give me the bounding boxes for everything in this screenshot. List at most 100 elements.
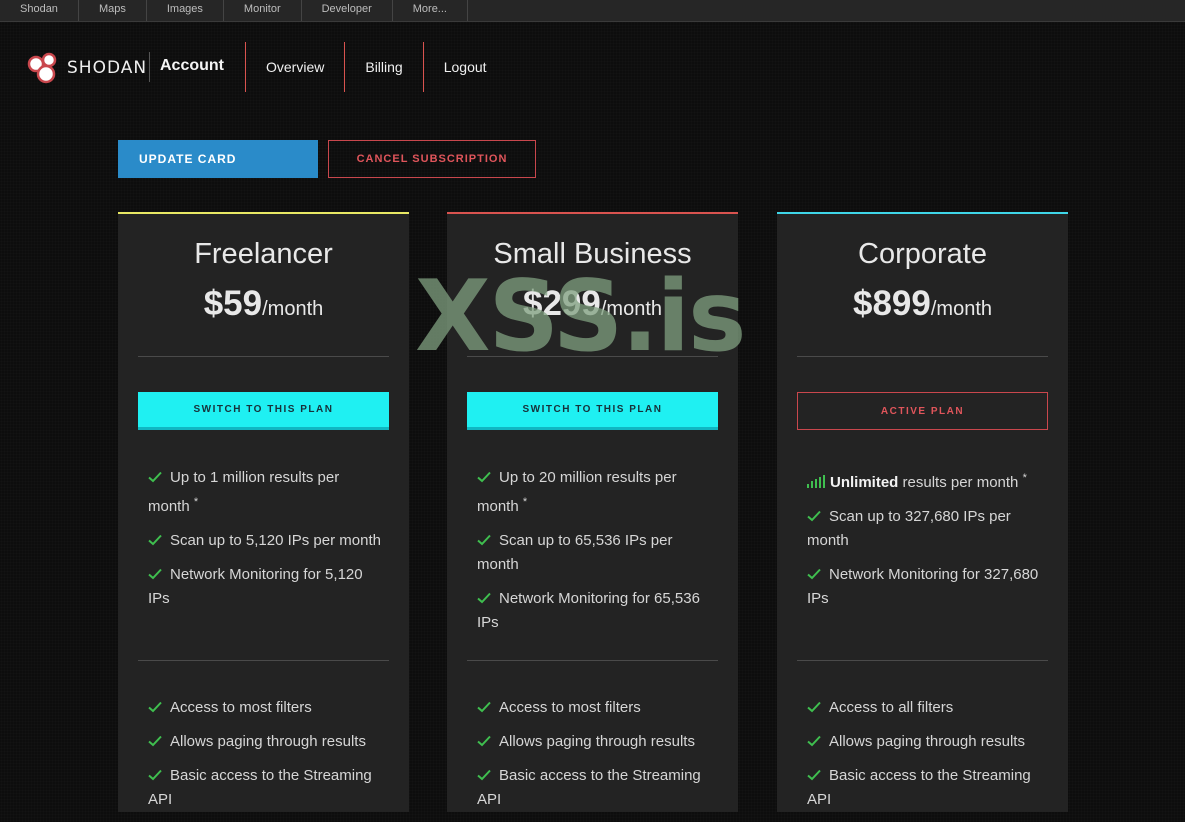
feature-list-secondary: Access to most filters Allows paging thr…	[148, 696, 383, 822]
plan-price-period: /month	[600, 298, 663, 320]
logo-text: SHODAN	[67, 58, 148, 78]
plan-name: Corporate	[858, 238, 987, 270]
topnav-shodan[interactable]: Shodan	[0, 0, 79, 21]
check-icon	[477, 592, 491, 604]
feature-footnote: *	[193, 496, 199, 508]
feature-text: Basic access to the Streaming API	[148, 767, 372, 808]
check-icon	[807, 769, 821, 781]
plan-price-amount: $899	[852, 284, 931, 323]
check-icon	[477, 534, 491, 546]
feature-text: Basic access to the Streaming API	[477, 767, 701, 808]
plan-price: $59/month	[118, 284, 409, 324]
feature-text: Allows paging through results	[829, 733, 1025, 750]
feature-item: Network Monitoring for 65,536 IPs	[477, 587, 712, 635]
active-plan-button[interactable]: ACTIVE PLAN	[797, 392, 1048, 430]
feature-item: Access to all filters	[807, 696, 1042, 720]
plan-name: Small Business	[493, 238, 692, 270]
feature-text: Up to 20 million results per month	[477, 469, 677, 515]
plan-price-amount: $299	[522, 284, 601, 323]
feature-list-primary: Up to 20 million results per month * Sca…	[477, 466, 712, 645]
feature-text: Up to 1 million results per month	[148, 469, 340, 515]
feature-list-primary: Up to 1 million results per month * Scan…	[148, 466, 383, 621]
feature-item: Scan up to 65,536 IPs per month	[477, 529, 712, 577]
feature-text: Access to most filters	[170, 699, 312, 716]
card-divider	[138, 356, 389, 357]
feature-footnote: *	[522, 496, 528, 508]
account-nav: Overview Billing Logout	[245, 42, 507, 92]
logo-divider	[149, 52, 150, 82]
feature-list-secondary: Access to all filters Allows paging thro…	[807, 696, 1042, 822]
top-navigation-bar: Shodan Maps Images Monitor Developer Mor…	[0, 0, 1185, 22]
feature-text: Access to most filters	[499, 699, 641, 716]
nav-logout[interactable]: Logout	[422, 42, 507, 92]
feature-text: results per month	[898, 474, 1019, 491]
feature-item: Up to 1 million results per month *	[148, 466, 383, 519]
check-icon	[148, 471, 162, 483]
check-icon	[807, 701, 821, 713]
feature-text: Allows paging through results	[170, 733, 366, 750]
plan-card-corporate: Corporate $899/month ACTIVE PLAN Unlimit…	[777, 212, 1068, 812]
feature-item: Network Monitoring for 5,120 IPs	[148, 563, 383, 611]
feature-list-secondary: Access to most filters Allows paging thr…	[477, 696, 712, 822]
topnav-more[interactable]: More...	[393, 0, 468, 21]
update-card-button[interactable]: UPDATE CARD	[118, 140, 318, 178]
plan-card-freelancer: Freelancer $59/month SWITCH TO THIS PLAN…	[118, 212, 409, 812]
check-icon	[477, 471, 491, 483]
check-icon	[477, 735, 491, 747]
feature-footnote: *	[1022, 472, 1027, 484]
feature-item: Scan up to 327,680 IPs per month	[807, 505, 1042, 553]
cancel-subscription-button[interactable]: CANCEL SUBSCRIPTION	[328, 140, 536, 178]
feature-text: Scan up to 5,120 IPs per month	[170, 532, 381, 549]
check-icon	[148, 769, 162, 781]
feature-item: Up to 20 million results per month *	[477, 466, 712, 519]
switch-plan-button[interactable]: SWITCH TO THIS PLAN	[138, 392, 389, 430]
check-icon	[148, 568, 162, 580]
topnav-maps[interactable]: Maps	[79, 0, 147, 21]
check-icon	[148, 701, 162, 713]
nav-overview[interactable]: Overview	[245, 42, 344, 92]
plan-card-small-business: Small Business $299/month SWITCH TO THIS…	[447, 212, 738, 812]
check-icon	[148, 735, 162, 747]
feature-item: Scan up to 5,120 IPs per month	[148, 529, 383, 553]
card-divider	[467, 356, 718, 357]
check-icon	[807, 510, 821, 522]
card-divider	[467, 660, 718, 661]
card-divider	[797, 356, 1048, 357]
shodan-logo[interactable]: SHODAN	[27, 52, 147, 84]
feature-item: Unlimited results per month *	[807, 466, 1042, 495]
feature-item: Basic access to the Streaming API	[807, 764, 1042, 812]
feature-item: Basic access to the Streaming API	[477, 764, 712, 812]
switch-plan-button[interactable]: SWITCH TO THIS PLAN	[467, 392, 718, 430]
topnav-images[interactable]: Images	[147, 0, 224, 21]
feature-text: Network Monitoring for 327,680 IPs	[807, 566, 1039, 607]
topnav-developer[interactable]: Developer	[302, 0, 393, 21]
nav-billing[interactable]: Billing	[344, 42, 422, 92]
feature-text: Basic access to the Streaming API	[807, 767, 1031, 808]
shodan-logo-icon	[27, 52, 57, 84]
feature-item: Allows paging through results	[148, 730, 383, 754]
check-icon	[807, 568, 821, 580]
page-section-title: Account	[160, 57, 224, 74]
feature-item: Access to most filters	[477, 696, 712, 720]
feature-item: Network Monitoring for 327,680 IPs	[807, 563, 1042, 611]
feature-text: Scan up to 65,536 IPs per month	[477, 532, 673, 573]
feature-item: Basic access to the Streaming API	[148, 764, 383, 812]
feature-item: Access to most filters	[148, 696, 383, 720]
check-icon	[807, 735, 821, 747]
plan-price: $299/month	[447, 284, 738, 324]
feature-list-primary: Unlimited results per month * Scan up to…	[807, 466, 1042, 621]
topnav-monitor[interactable]: Monitor	[224, 0, 302, 21]
feature-text: Access to all filters	[829, 699, 954, 716]
feature-text: Network Monitoring for 65,536 IPs	[477, 590, 700, 631]
plan-price-period: /month	[930, 298, 993, 320]
feature-item: Allows paging through results	[477, 730, 712, 754]
check-icon	[477, 769, 491, 781]
feature-highlight: Unlimited	[830, 474, 899, 491]
check-icon	[148, 534, 162, 546]
plan-price-amount: $59	[203, 284, 263, 323]
feature-text: Scan up to 327,680 IPs per month	[807, 508, 1011, 549]
card-divider	[138, 660, 389, 661]
feature-text: Allows paging through results	[499, 733, 695, 750]
account-header: SHODAN Account Overview Billing Logout	[0, 42, 1185, 92]
signal-bars-icon	[807, 475, 825, 488]
